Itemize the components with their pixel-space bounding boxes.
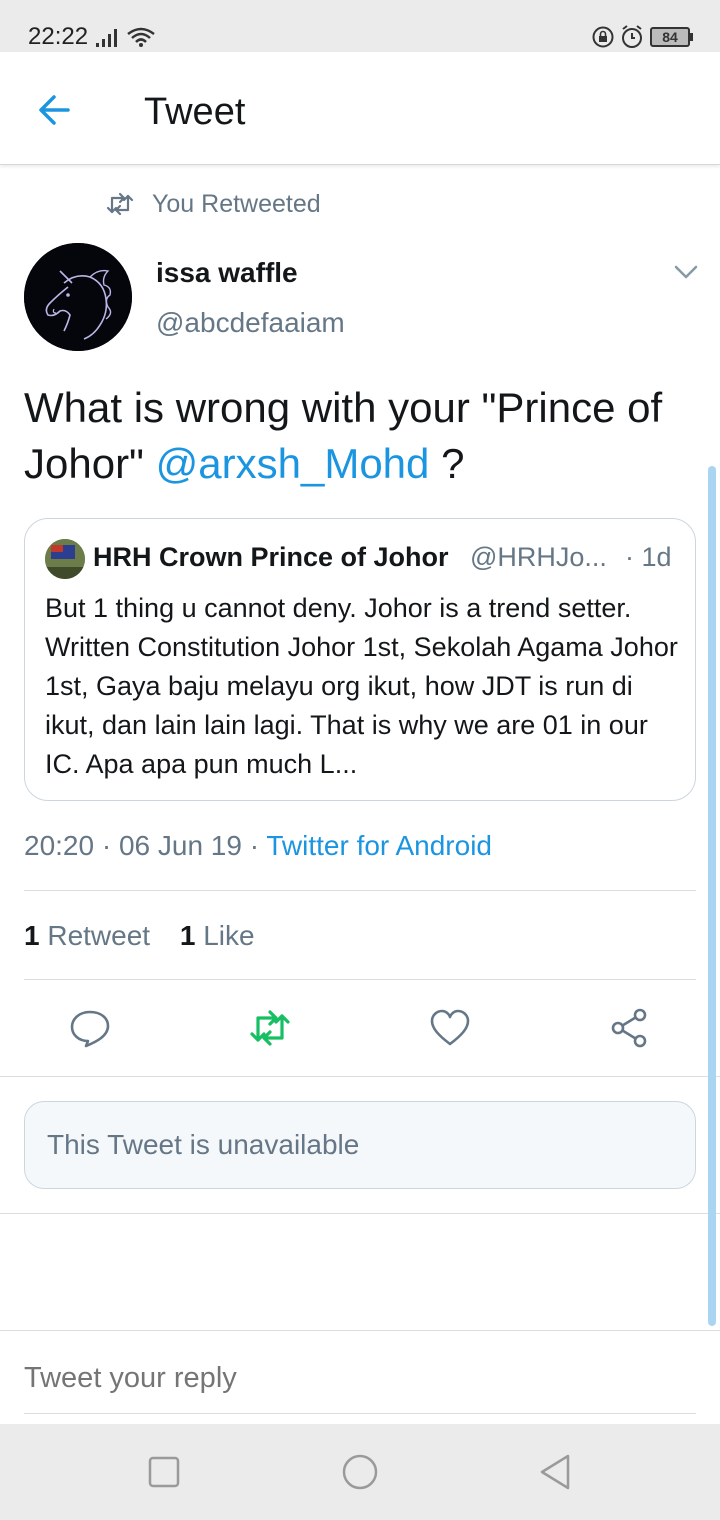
tweet-meta: 20:20 · 06 Jun 19 · Twitter for Android <box>24 828 492 864</box>
retweet-small-icon <box>106 192 134 216</box>
page-title: Tweet <box>144 91 246 133</box>
scrollbar[interactable] <box>708 466 716 1326</box>
author-display-name[interactable]: issa waffle <box>156 256 298 290</box>
divider <box>24 979 696 980</box>
quoted-display-name: HRH Crown Prince of Johor <box>93 542 449 572</box>
divider <box>0 1076 720 1077</box>
tweet-timestamp: 20:20 · 06 Jun 19 · <box>24 830 267 861</box>
retweet-icon[interactable] <box>248 1006 292 1050</box>
reply-underline <box>24 1413 696 1414</box>
signal-icon <box>96 29 117 47</box>
tweet-text: What is wrong with your "Prince of Johor… <box>24 380 704 492</box>
quoted-time: · 1d <box>625 542 672 572</box>
client-link[interactable]: Twitter for Android <box>266 830 492 861</box>
navigation-bar <box>0 1424 720 1520</box>
rotation-lock-icon <box>592 26 614 48</box>
quoted-avatar <box>45 539 85 579</box>
back-nav-icon[interactable] <box>536 1452 576 1492</box>
quoted-tweet[interactable]: HRH Crown Prince of Johor @HRHJo... · 1d… <box>24 518 696 801</box>
engagement-counts: 1 Retweet 1 Like <box>24 918 277 954</box>
divider <box>24 890 696 891</box>
status-time: 22:22 <box>28 23 89 50</box>
reply-input[interactable] <box>24 1359 696 1397</box>
quoted-handle: @HRHJo... <box>470 542 607 572</box>
recents-icon[interactable] <box>144 1452 184 1492</box>
divider <box>0 1213 720 1214</box>
alarm-icon <box>622 25 642 48</box>
avatar[interactable] <box>24 243 132 351</box>
status-bar: 22:22 84 <box>0 0 720 52</box>
mention-link[interactable]: @arxsh_Mohd <box>156 440 430 487</box>
chevron-down-icon[interactable] <box>672 262 700 282</box>
tweet-text-end: ? <box>429 440 465 487</box>
flag-avatar-image <box>45 539 85 579</box>
battery-indicator: 84 <box>650 27 690 47</box>
like-count[interactable]: 1 Like <box>180 918 255 954</box>
retweet-context-label: You Retweeted <box>152 190 321 218</box>
unavailable-tweet-notice: This Tweet is unavailable <box>24 1101 696 1189</box>
like-icon[interactable] <box>428 1006 472 1050</box>
unavailable-text: This Tweet is unavailable <box>47 1129 360 1160</box>
arrow-left-icon[interactable] <box>30 88 80 132</box>
battery-tip <box>690 33 693 41</box>
reply-bar <box>0 1330 720 1424</box>
retweet-count[interactable]: 1 Retweet <box>24 918 150 954</box>
quoted-text: But 1 thing u cannot deny. Johor is a tr… <box>45 593 678 779</box>
home-icon[interactable] <box>340 1452 380 1492</box>
app-bar: Tweet <box>0 52 720 165</box>
wifi-icon <box>127 27 155 47</box>
unicorn-avatar-image <box>24 243 132 351</box>
share-icon[interactable] <box>608 1006 652 1050</box>
reply-icon[interactable] <box>68 1006 112 1050</box>
author-handle[interactable]: @abcdefaaiam <box>156 306 345 340</box>
